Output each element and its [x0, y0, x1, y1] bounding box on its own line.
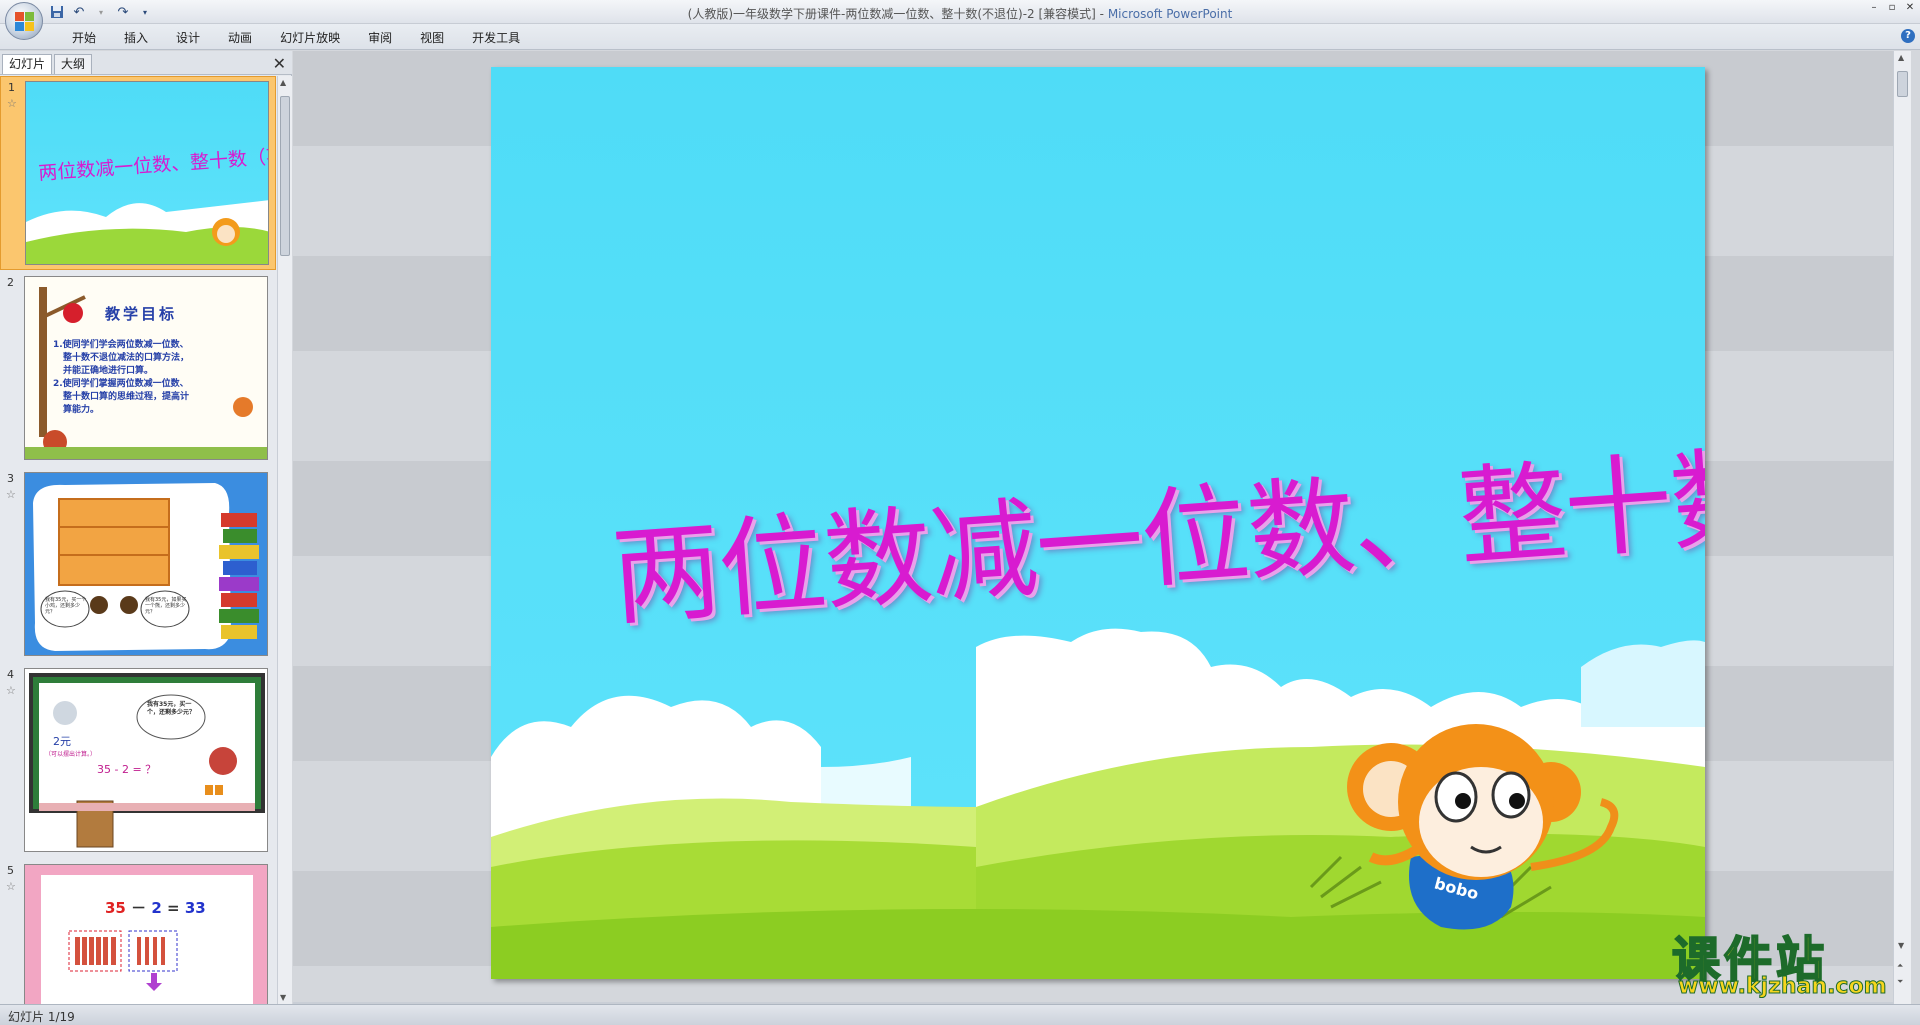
slide-editor: bobo 两位数减一位数、整十数（不退位） — [293, 51, 1904, 1004]
objective-line: 算能力。 — [63, 405, 100, 415]
help-icon[interactable]: ? — [1901, 29, 1915, 43]
document-title: (人教版)一年级数学下册课件-两位数减一位数、整十数(不退位)-2 [兼容模式]… — [687, 7, 1108, 21]
panel-tabs: 幻灯片 大纲 ✕ — [0, 51, 292, 75]
thumbnail-scrollbar[interactable]: ▲ ▼ — [277, 76, 292, 1004]
thumbnail-image: 教学目标 1.使同学们学会两位数减一位数、 整十数不退位减法的口算方法， 并能正… — [24, 276, 268, 460]
scroll-down-icon[interactable]: ▼ — [280, 993, 286, 1002]
slide-thumbnail-1[interactable]: 1 ☆ 两位数减一位数、整十数（不退位） — [0, 76, 276, 270]
slide-thumbnail-4[interactable]: 4 ☆ 我有35元，买一个，还剩多少元？ 2元 （可以摆出计算。） 35 - 2… — [0, 664, 276, 858]
close-window-button[interactable]: ✕ — [1902, 2, 1918, 14]
tab-animations[interactable]: 动画 — [214, 29, 266, 47]
slide-thumbnail-2[interactable]: 2 教学目标 1.使同学们学会两位数减一位数、 整十数不退位减法的口算方法， 并… — [0, 272, 276, 466]
office-button[interactable] — [5, 2, 43, 40]
thumbnail-hint: （可以摆出计算。） — [45, 751, 97, 758]
tab-slide-show[interactable]: 幻灯片放映 — [266, 29, 354, 47]
objective-line: 整十数不退位减法的口算方法， — [63, 353, 190, 363]
slides-panel: 幻灯片 大纲 ✕ 1 ☆ 两位数减一位数、整十数（不退位） 2 教学目标 1.使… — [0, 51, 292, 1004]
window-controls: – ▫ ✕ — [1866, 2, 1918, 14]
animation-star-icon: ☆ — [7, 97, 17, 110]
thumbnail-image: 我有35元，买一个小鸡，还剩多少元？ 我有35元，如果买一个熊，还剩多少元？ — [24, 472, 268, 656]
slide-number: 2 — [7, 276, 14, 289]
current-slide[interactable]: bobo 两位数减一位数、整十数（不退位） — [491, 67, 1705, 979]
animation-star-icon: ☆ — [6, 684, 16, 697]
scroll-up-icon[interactable]: ▲ — [280, 78, 286, 87]
slide-number: 5 — [7, 864, 14, 877]
ribbon-tabs: 开始 插入 设计 动画 幻灯片放映 审阅 视图 开发工具 ? — [0, 24, 1920, 50]
office-logo-icon — [15, 12, 35, 32]
thumbnail-image: 我有35元，买一个，还剩多少元？ 2元 （可以摆出计算。） 35 - 2 = ？ — [24, 668, 268, 852]
objective-line: 并能正确地进行口算。 — [63, 366, 154, 376]
site-watermark-logo: 课件站 www.kjzhan.com — [1668, 920, 1908, 1000]
tab-slides[interactable]: 幻灯片 — [2, 54, 53, 74]
slide-thumbnail-list: 1 ☆ 两位数减一位数、整十数（不退位） 2 教学目标 1.使同学们学会两位数减… — [0, 76, 276, 1004]
thumbnail-bubble-text: 我有35元，买一个，还剩多少元？ — [147, 701, 196, 716]
objective-line: 2.使同学们掌握两位数减一位数、 — [53, 379, 189, 389]
slide-number: 3 — [7, 472, 14, 485]
thumbnail-equation: 35 - 2 = ？ — [97, 763, 157, 776]
tab-review[interactable]: 审阅 — [354, 29, 406, 47]
slide-number: 4 — [7, 668, 14, 681]
equation-term: 35 — [105, 899, 126, 917]
tab-insert[interactable]: 插入 — [110, 29, 162, 47]
editor-scrollbar[interactable]: ▲ ▼ ⏶ ⏷ — [1893, 51, 1911, 1004]
objective-line: 整十数口算的思维过程，提高计 — [63, 392, 190, 402]
close-panel-icon[interactable]: ✕ — [273, 54, 286, 73]
watermark-url: www.kjzhan.com — [1678, 974, 1888, 1000]
tab-view[interactable]: 视图 — [406, 29, 458, 47]
equation-equals: = — [167, 899, 180, 917]
thumbnail-price: 2元 — [53, 735, 71, 748]
equation-operator: － — [131, 899, 147, 917]
minimize-button[interactable]: – — [1866, 2, 1882, 14]
slide-thumbnail-3[interactable]: 3 ☆ 我有35元，买一个小鸡，还剩多少元？ 我有35元，如果买一个熊，还剩多少… — [0, 468, 276, 662]
bubble-left-text: 我有35元，买一个小鸡，还剩多少元？ — [45, 597, 87, 615]
animation-star-icon: ☆ — [6, 488, 16, 501]
scroll-up-icon[interactable]: ▲ — [1898, 53, 1904, 62]
title-bar: ↶ ▾ ↷ ▾ (人教版)一年级数学下册课件-两位数减一位数、整十数(不退位)-… — [0, 0, 1920, 24]
thumbnail-heading: 教学目标 — [105, 305, 178, 323]
window-title: (人教版)一年级数学下册课件-两位数减一位数、整十数(不退位)-2 [兼容模式]… — [0, 5, 1920, 22]
tab-design[interactable]: 设计 — [162, 29, 214, 47]
thumbnail-lines: 1.使同学们学会两位数减一位数、 整十数不退位减法的口算方法， 并能正确地进行口… — [53, 339, 189, 417]
animation-star-icon: ☆ — [6, 880, 16, 893]
status-bar: 幻灯片 1/19 — [0, 1004, 1920, 1025]
equation-term: 2 — [151, 899, 162, 917]
scroll-thumb[interactable] — [1897, 71, 1908, 97]
tab-outline[interactable]: 大纲 — [54, 54, 93, 74]
thumbnail-image: 35 － 2 = 33 — [24, 864, 268, 1004]
thumbnail-equation: 35 － 2 = 33 — [105, 897, 206, 918]
bubble-right-text: 我有35元，如果买一个熊，还剩多少元？ — [145, 597, 187, 615]
slide-thumbnail-5[interactable]: 5 ☆ 35 － 2 = 33 — [0, 860, 276, 1004]
tab-home[interactable]: 开始 — [58, 29, 110, 47]
app-name: Microsoft PowerPoint — [1107, 7, 1233, 21]
thumbnail-image: 两位数减一位数、整十数（不退位） — [25, 81, 269, 265]
tab-developer[interactable]: 开发工具 — [458, 29, 534, 47]
slide-count-status: 幻灯片 1/19 — [8, 1010, 75, 1024]
objective-line: 1.使同学们学会两位数减一位数、 — [53, 340, 189, 350]
slide-number: 1 — [8, 81, 15, 94]
scroll-thumb[interactable] — [280, 96, 290, 256]
equation-result: 33 — [184, 899, 206, 917]
restore-button[interactable]: ▫ — [1884, 2, 1900, 14]
